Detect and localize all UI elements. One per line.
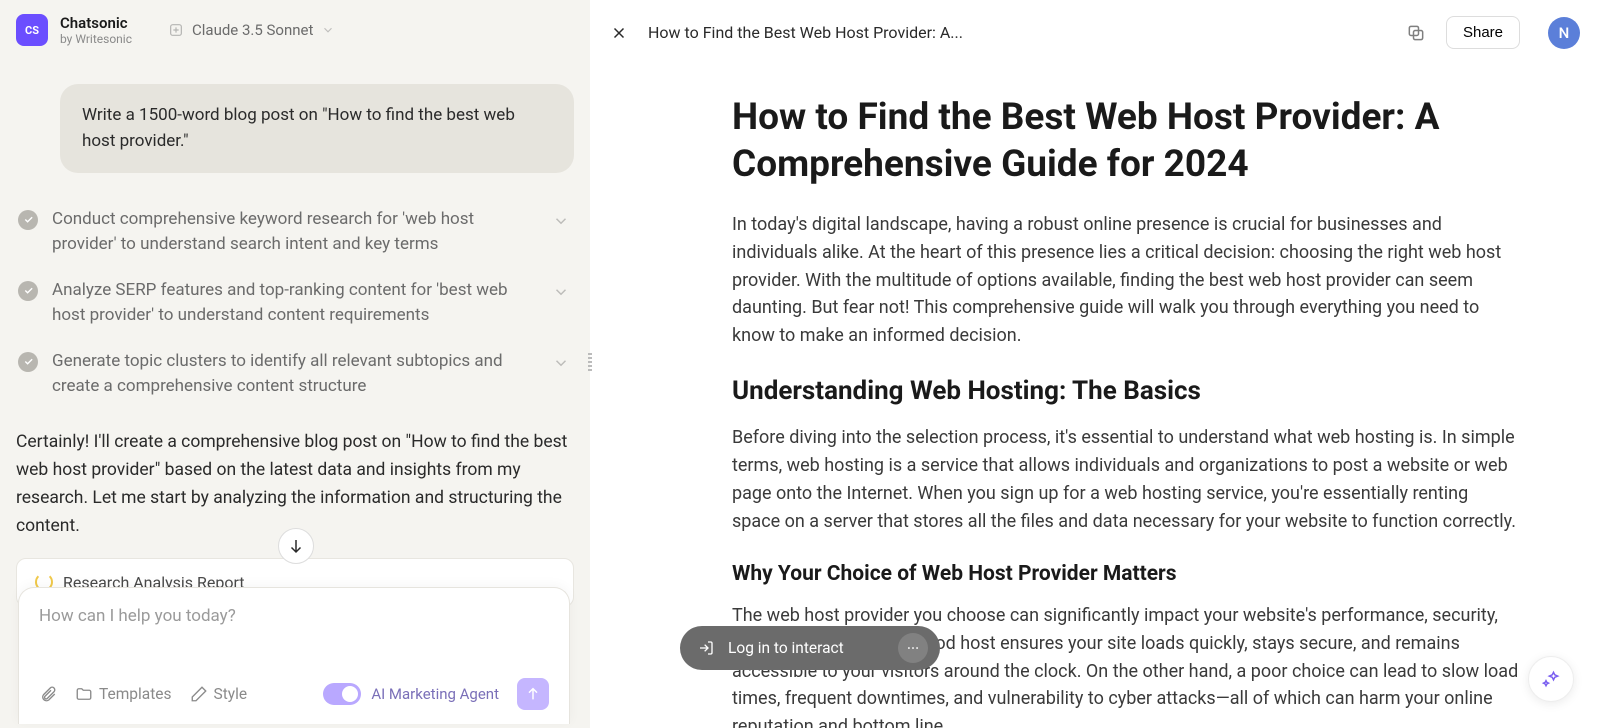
paperclip-icon xyxy=(39,685,57,703)
arrow-down-icon xyxy=(287,537,305,555)
templates-label: Templates xyxy=(99,685,172,703)
task-item[interactable]: Generate topic clusters to identify all … xyxy=(16,339,574,410)
wand-icon xyxy=(1541,669,1561,689)
preview-header: How to Find the Best Web Host Provider: … xyxy=(590,0,1600,66)
preview-panel: How to Find the Best Web Host Provider: … xyxy=(590,0,1600,728)
sparkle-icon xyxy=(168,22,184,38)
prompt-input[interactable]: How can I help you today? xyxy=(39,606,549,666)
scroll-down-button[interactable] xyxy=(278,528,314,564)
attach-button[interactable] xyxy=(39,685,57,703)
doc-heading-1: How to Find the Best Web Host Provider: … xyxy=(732,94,1520,189)
chevron-down-icon[interactable] xyxy=(552,283,570,301)
composer-toolbar: Templates Style AI Marketing Agent xyxy=(39,678,549,710)
doc-paragraph: Before diving into the selection process… xyxy=(732,424,1520,536)
brand-logo: CS xyxy=(16,14,48,46)
share-button[interactable]: Share xyxy=(1446,16,1520,49)
chevron-down-icon[interactable] xyxy=(552,212,570,230)
brand-block: Chatsonic by Writesonic xyxy=(60,14,132,46)
task-item[interactable]: Conduct comprehensive keyword research f… xyxy=(16,197,574,268)
preview-title: How to Find the Best Web Host Provider: … xyxy=(648,23,963,42)
arrow-up-icon xyxy=(525,686,541,702)
login-icon xyxy=(698,640,714,656)
task-text: Generate topic clusters to identify all … xyxy=(52,349,538,400)
copy-icon[interactable] xyxy=(1406,23,1426,43)
agent-toggle[interactable] xyxy=(323,683,361,705)
user-message: Write a 1500-word blog post on "How to f… xyxy=(60,84,574,173)
agent-toggle-label: AI Marketing Agent xyxy=(371,685,499,703)
model-selector[interactable]: Claude 3.5 Sonnet xyxy=(168,21,335,39)
check-icon xyxy=(18,210,38,230)
chevron-down-icon[interactable] xyxy=(552,354,570,372)
check-icon xyxy=(18,352,38,372)
task-item[interactable]: Analyze SERP features and top-ranking co… xyxy=(16,268,574,339)
templates-button[interactable]: Templates xyxy=(75,685,172,703)
more-button[interactable] xyxy=(898,633,928,663)
more-icon xyxy=(906,641,920,655)
login-text: Log in to interact xyxy=(728,639,844,657)
login-prompt[interactable]: Log in to interact xyxy=(680,626,940,670)
check-icon xyxy=(18,281,38,301)
folder-icon xyxy=(75,685,93,703)
chat-panel: CS Chatsonic by Writesonic Claude 3.5 So… xyxy=(0,0,590,728)
doc-heading-3: Why Your Choice of Web Host Provider Mat… xyxy=(732,562,1520,586)
style-label: Style xyxy=(214,685,248,703)
close-icon[interactable] xyxy=(610,24,628,42)
send-button[interactable] xyxy=(517,678,549,710)
magic-fab[interactable] xyxy=(1528,656,1574,702)
agent-toggle-wrap: AI Marketing Agent xyxy=(323,683,499,705)
task-text: Analyze SERP features and top-ranking co… xyxy=(52,278,538,329)
brand-subtitle: by Writesonic xyxy=(60,32,132,46)
pen-icon xyxy=(190,685,208,703)
task-text: Conduct comprehensive keyword research f… xyxy=(52,207,538,258)
doc-heading-2: Understanding Web Hosting: The Basics xyxy=(732,376,1520,406)
chevron-down-icon xyxy=(321,23,335,37)
left-header: CS Chatsonic by Writesonic Claude 3.5 So… xyxy=(0,0,590,60)
brand-name: Chatsonic xyxy=(60,14,132,32)
style-button[interactable]: Style xyxy=(190,685,248,703)
composer: How can I help you today? Templates Styl… xyxy=(18,587,570,724)
user-avatar[interactable]: N xyxy=(1548,17,1580,49)
doc-paragraph: In today's digital landscape, having a r… xyxy=(732,211,1520,350)
model-label: Claude 3.5 Sonnet xyxy=(192,21,313,39)
